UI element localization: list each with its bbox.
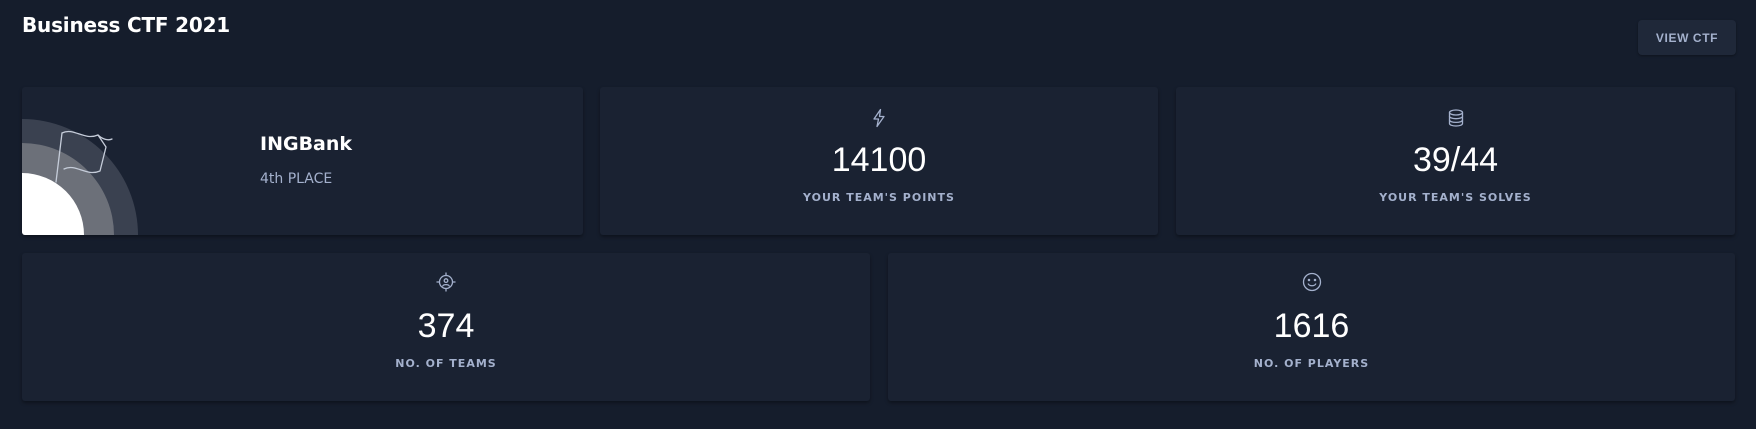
teams-card: 374 NO. OF TEAMS xyxy=(22,253,870,401)
view-ctf-button[interactable]: VIEW CTF xyxy=(1638,20,1736,55)
database-icon xyxy=(1448,109,1463,127)
points-value: 14100 xyxy=(831,141,927,179)
points-label: YOUR TEAM'S POINTS xyxy=(803,191,955,204)
smiley-icon xyxy=(1302,272,1321,292)
place-badge-art xyxy=(22,119,138,235)
team-place: 4th PLACE xyxy=(260,171,333,187)
solves-card: 39/44 YOUR TEAM'S SOLVES xyxy=(1176,87,1735,235)
points-card: 14100 YOUR TEAM'S POINTS xyxy=(600,87,1158,235)
target-user-icon xyxy=(436,272,456,292)
team-name: INGBank xyxy=(260,133,353,155)
teams-value: 374 xyxy=(417,307,475,345)
players-label: NO. OF PLAYERS xyxy=(1253,357,1370,370)
team-card: INGBank 4th PLACE xyxy=(22,87,583,235)
players-card: 1616 NO. OF PLAYERS xyxy=(888,253,1735,401)
players-value: 1616 xyxy=(1273,307,1350,345)
teams-label: NO. OF TEAMS xyxy=(395,357,497,370)
page-header: Business CTF 2021 VIEW CTF xyxy=(0,0,1756,70)
lightning-icon xyxy=(873,108,885,128)
page-title: Business CTF 2021 xyxy=(22,13,231,37)
solves-label: YOUR TEAM'S SOLVES xyxy=(1379,191,1532,204)
solves-value: 39/44 xyxy=(1412,141,1499,179)
